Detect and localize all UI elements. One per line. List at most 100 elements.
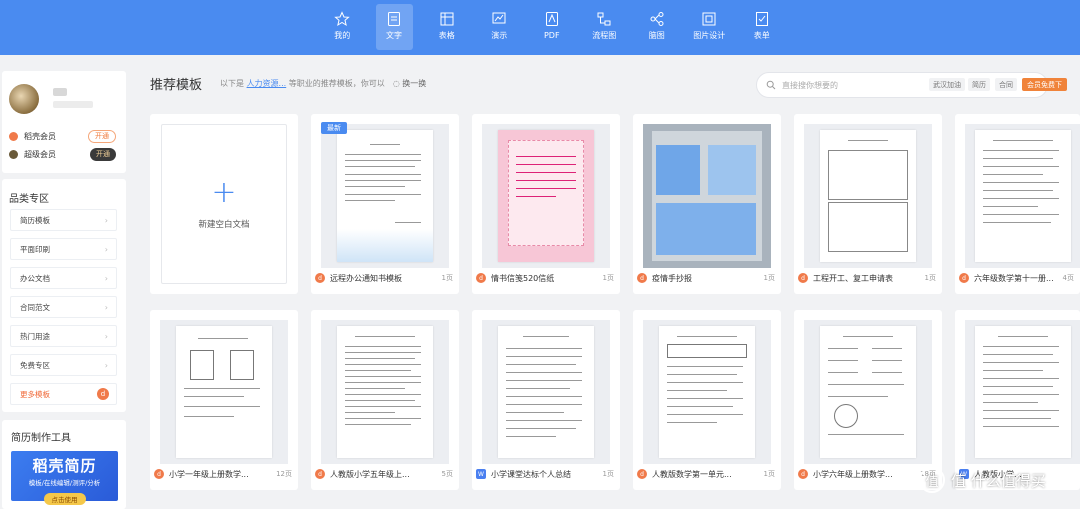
more-icon: d: [97, 388, 109, 400]
username-blur: [53, 88, 67, 96]
avatar[interactable]: [9, 84, 39, 114]
template-caption: d 六年级数学第十一册... 4页: [959, 270, 1074, 286]
category-item-more[interactable]: 更多模板 d: [10, 383, 117, 405]
resume-tool-title: 简历制作工具: [11, 433, 71, 444]
template-name: 疫情手抄报: [652, 273, 692, 283]
chevron-right-icon: ›: [104, 331, 108, 341]
nav-item-label: 脑图: [648, 31, 665, 40]
star-icon: [334, 11, 351, 27]
nav-item-label: 表格: [438, 31, 455, 40]
template-name: 工程开工、复工申请表: [813, 273, 893, 283]
nav-item-mindmap[interactable]: 脑图: [631, 4, 684, 50]
template-caption: d 小学一年级上册数学... 12页: [154, 466, 292, 482]
resume-tool-banner[interactable]: 稻壳简历 模板/在线编辑/测评/分析 点击使用: [11, 451, 118, 505]
template-name: 远程办公通知书模板: [330, 273, 402, 283]
search-input[interactable]: 直接搜你想要的: [782, 80, 838, 91]
nav-item-mine[interactable]: 我的: [316, 4, 369, 50]
daoke-icon: d: [476, 273, 486, 283]
nav-item-label: 图片设计: [693, 31, 726, 40]
nav-item-label: 文字: [386, 31, 402, 40]
category-item-label: 更多模板: [20, 389, 50, 399]
category-item-free[interactable]: 免费专区 ›: [10, 354, 117, 376]
resume-banner-subtitle: 模板/在线编辑/测评/分析: [28, 479, 101, 487]
template-card[interactable]: d 小学一年级上册数学... 12页: [150, 310, 298, 490]
daoke-open-button[interactable]: 开通: [88, 129, 116, 143]
image-design-icon: [702, 12, 716, 26]
super-member-icon: [9, 149, 18, 159]
template-thumbnail: [804, 320, 932, 464]
table-icon: [440, 12, 454, 26]
template-card[interactable]: d 小学六年级上册数学... 18页: [794, 310, 942, 490]
template-thumbnail: [482, 320, 610, 464]
template-name: 人教版小学五年级上...: [330, 469, 410, 479]
chevron-right-icon: ›: [104, 360, 108, 370]
template-caption: d 疫情手抄报 1页: [637, 270, 775, 286]
template-card[interactable]: d 人教版数学第一单元... 1页: [633, 310, 781, 490]
category-item-office[interactable]: 办公文档 ›: [10, 267, 117, 289]
nav-item-sheet[interactable]: 表格: [421, 4, 474, 50]
search-tag-contract[interactable]: 合同: [995, 78, 1017, 91]
template-pages: 1页: [763, 470, 775, 478]
template-caption: d 工程开工、复工申请表 1页: [798, 270, 936, 286]
super-open-button[interactable]: 开通: [90, 147, 116, 161]
watermark-text: 值 什么值得买: [951, 471, 1046, 490]
chevron-right-icon: ›: [104, 273, 108, 283]
daoke-member-icon: [9, 131, 18, 141]
nav-item-presentation[interactable]: 演示: [473, 4, 526, 50]
template-caption: d 情书信笺520信纸 1页: [476, 270, 614, 286]
category-item-print[interactable]: 平面印刷 ›: [10, 238, 117, 260]
nav-item-label: 演示: [491, 31, 508, 40]
category-item-contract[interactable]: 合同范文 ›: [10, 296, 117, 318]
template-card[interactable]: W 小学课堂达标个人总结 1页: [472, 310, 620, 490]
document-icon: [388, 12, 400, 26]
template-pages: 1页: [763, 274, 775, 282]
resume-use-button[interactable]: 点击使用: [43, 493, 86, 505]
presentation-icon: [492, 12, 506, 24]
nav-item-pdf[interactable]: PDF: [526, 4, 579, 50]
template-thumbnail: [321, 320, 449, 464]
nav-item-form[interactable]: 表单: [736, 4, 789, 50]
category-item-label: 平面印刷: [20, 244, 50, 254]
watermark: 值 值 什么值得买: [919, 467, 1046, 493]
category-item-label: 合同范文: [20, 302, 50, 312]
template-name: 六年级数学第十一册...: [974, 273, 1054, 283]
daoke-icon: d: [637, 469, 647, 479]
category-item-hot[interactable]: 热门用途 ›: [10, 325, 117, 347]
template-name: 情书信笺520信纸: [491, 273, 555, 283]
template-card[interactable]: d 六年级数学第十一册... 4页: [955, 114, 1080, 294]
template-pages: 1页: [441, 274, 453, 282]
nav-item-flowchart[interactable]: 流程图: [578, 4, 631, 50]
page-title: 推荐模板: [150, 78, 203, 93]
template-pages: 1页: [924, 274, 936, 282]
template-thumbnail: [965, 124, 1080, 268]
nav-item-text[interactable]: 文字: [375, 4, 413, 50]
new-blank-doc-button[interactable]: + 新建空白文档: [161, 124, 287, 284]
nav-item-label: 表单: [753, 31, 770, 40]
template-card[interactable]: 最新 d 远程办公通知书模板 1页: [311, 114, 459, 294]
category-item-label: 办公文档: [20, 273, 50, 283]
search-tag-resume[interactable]: 简历: [968, 78, 990, 91]
wps-icon: W: [476, 469, 486, 479]
template-card[interactable]: d 人教版小学五年级上... 5页: [311, 310, 459, 490]
daoke-member-row: 稻壳会员 开通: [9, 128, 116, 144]
template-caption: d 远程办公通知书模板 1页: [315, 270, 453, 286]
category-item-resume[interactable]: 简历模板 ›: [10, 209, 117, 231]
refresh-button[interactable]: ◌ 换一换: [393, 78, 427, 89]
template-thumbnail: [643, 124, 771, 268]
template-pages: 12页: [276, 470, 292, 478]
profession-link[interactable]: 人力资源...: [247, 79, 287, 88]
template-card[interactable]: d 工程开工、复工申请表 1页: [794, 114, 942, 294]
chevron-right-icon: ›: [104, 244, 108, 254]
template-card[interactable]: d 情书信笺520信纸 1页: [472, 114, 620, 294]
template-card[interactable]: W 人教版小学...: [955, 310, 1080, 490]
daoke-icon: d: [315, 273, 325, 283]
vip-free-download-button[interactable]: 会员免费下: [1022, 78, 1067, 91]
nav-item-image-design[interactable]: 图片设计: [683, 4, 736, 50]
flowchart-icon: [597, 12, 611, 26]
search-tag-wuhan[interactable]: 武汉加油: [929, 78, 965, 91]
new-blank-doc-tile[interactable]: + 新建空白文档: [150, 114, 298, 294]
category-nav: 我的 文字 表格 演示 PDF 流程图 脑图 图片设计 表单: [316, 4, 788, 50]
watermark-logo: 值: [919, 467, 945, 493]
template-card[interactable]: d 疫情手抄报 1页: [633, 114, 781, 294]
super-member-row: 超级会员 开通: [9, 146, 116, 162]
